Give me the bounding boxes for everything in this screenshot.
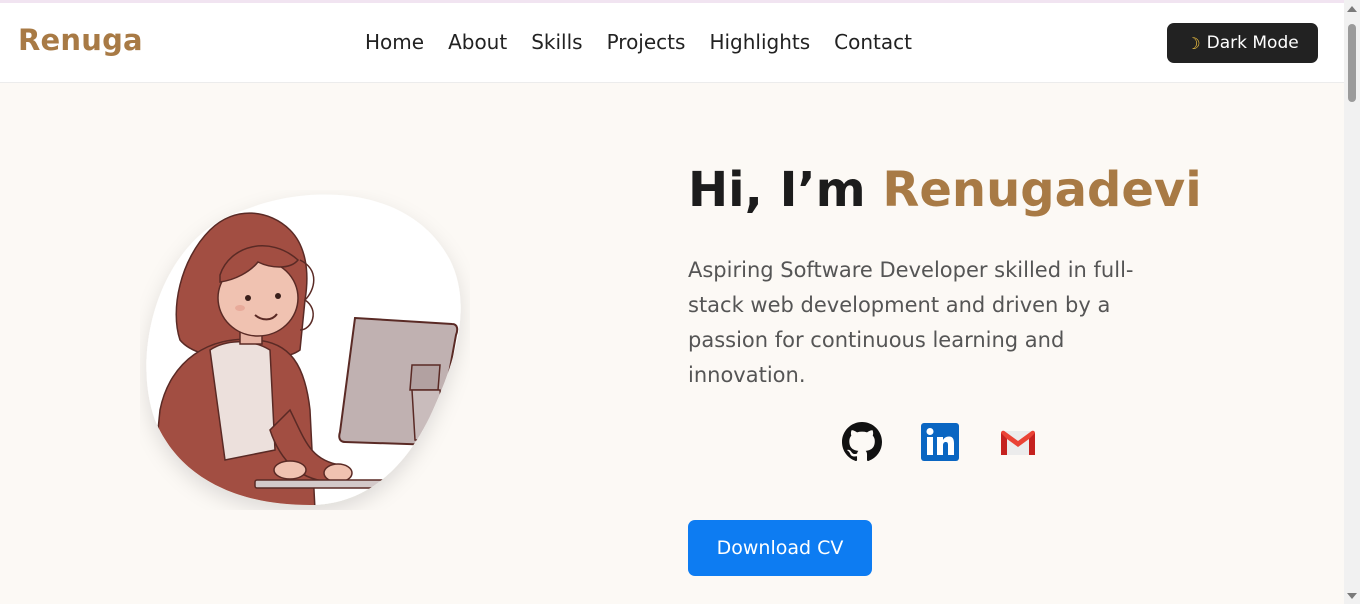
linkedin-icon[interactable] [920, 422, 960, 462]
dark-mode-label: Dark Mode [1206, 33, 1299, 53]
nav-projects[interactable]: Projects [607, 30, 686, 54]
download-cv-button[interactable]: Download CV [688, 520, 872, 576]
brand-logo[interactable]: Renuga [18, 23, 143, 57]
nav-contact[interactable]: Contact [834, 30, 912, 54]
hero-name: Renugadevi [882, 162, 1202, 218]
gmail-icon[interactable] [998, 422, 1038, 462]
scrollbar[interactable] [1344, 0, 1360, 604]
nav-links: Home About Skills Projects Highlights Co… [365, 30, 912, 54]
scroll-down-arrow-icon[interactable] [1347, 593, 1357, 599]
hero-title: Hi, I’m Renugadevi [688, 162, 1202, 218]
nav-highlights[interactable]: Highlights [709, 30, 810, 54]
dark-mode-button[interactable]: ☽ Dark Mode [1167, 23, 1318, 63]
hero-illustration [140, 190, 470, 510]
social-links [842, 422, 1038, 462]
hero-description: Aspiring Software Developer skilled in f… [688, 258, 1134, 387]
moon-icon: ☽ [1186, 33, 1201, 53]
nav-skills[interactable]: Skills [531, 30, 582, 54]
nav-about[interactable]: About [448, 30, 507, 54]
scroll-thumb[interactable] [1348, 24, 1356, 102]
hero-greeting: Hi, I’m [688, 162, 866, 218]
nav-home[interactable]: Home [365, 30, 424, 54]
navbar: Renuga Home About Skills Projects Highli… [0, 3, 1344, 83]
github-icon[interactable] [842, 422, 882, 462]
scroll-up-arrow-icon[interactable] [1347, 6, 1357, 12]
